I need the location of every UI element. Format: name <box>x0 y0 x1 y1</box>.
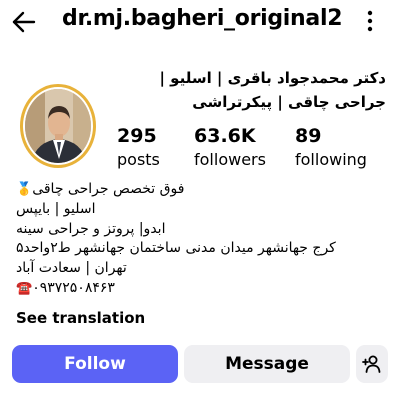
bio-line: فوق تخصص جراحی چاقی🥇 <box>16 180 386 200</box>
profile-bio: فوق تخصص جراحی چاقی🥇 اسلیو | بایپس ابدو|… <box>16 180 386 299</box>
see-translation-link[interactable]: See translation <box>16 309 145 327</box>
avatar <box>23 87 93 165</box>
follow-button[interactable]: Follow <box>12 345 178 383</box>
avatar-story-ring[interactable] <box>20 84 96 168</box>
profile-header: dr.mj.bagheri_original2 <box>0 0 400 44</box>
kebab-vertical-icon <box>367 10 373 32</box>
telephone-icon: ☎️ <box>16 280 33 296</box>
followers-label: followers <box>194 150 266 169</box>
posts-count: 295 <box>117 125 157 147</box>
bio-line: کرج جهانشهر میدان مدنی ساختمان جهانشهر ط… <box>16 240 336 257</box>
posts-stat[interactable]: 295 posts <box>117 124 160 170</box>
posts-label: posts <box>117 150 160 169</box>
followers-count: 63.6K <box>194 125 256 147</box>
more-options-button[interactable] <box>356 6 384 36</box>
arrow-left-icon <box>12 11 36 33</box>
medal-icon: 🥇 <box>16 182 33 197</box>
profile-full-name: دکتر محمدجواد باقری | اسلیو | جراحی چاقی… <box>159 69 386 111</box>
followers-stat[interactable]: 63.6K followers <box>194 124 266 170</box>
bio-line: تهران | سعادت آباد <box>16 260 127 277</box>
following-count: 89 <box>295 125 322 147</box>
following-stat[interactable]: 89 following <box>295 124 367 170</box>
following-label: following <box>295 150 367 169</box>
back-button[interactable] <box>8 6 40 38</box>
suggested-accounts-button[interactable] <box>356 345 388 383</box>
bio-phone-line: ☎️۰۹۳۷۲۵۰۸۴۶۳ <box>16 279 386 299</box>
message-button[interactable]: Message <box>184 345 350 383</box>
profile-username: dr.mj.bagheri_original2 <box>62 6 343 31</box>
bio-line-text: فوق تخصص جراحی چاقی <box>32 181 185 197</box>
bio-line: اسلیو | بایپس <box>16 200 96 217</box>
add-person-icon <box>362 355 381 373</box>
bio-line: ابدو| پروتز و جراحی سینه <box>16 220 166 237</box>
bio-phone-number[interactable]: ۰۹۳۷۲۵۰۸۴۶۳ <box>32 280 115 296</box>
